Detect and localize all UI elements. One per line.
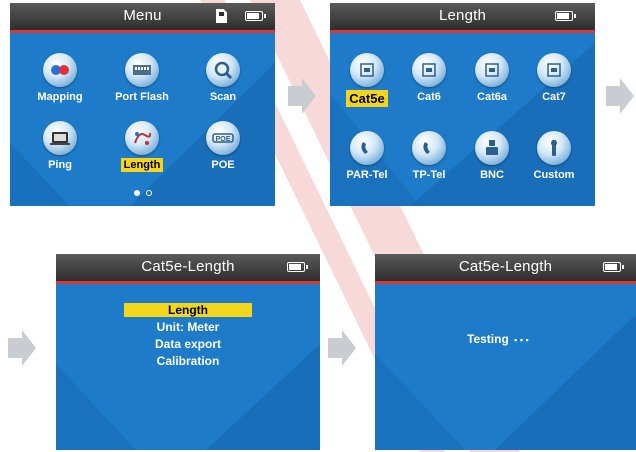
cable-item-cat6[interactable]: Cat6 (396, 53, 462, 105)
cable-item-custom[interactable]: Custom (521, 131, 587, 183)
title-bar: Menu (10, 3, 275, 33)
cat6a-icon (475, 53, 509, 87)
option-unit[interactable]: Unit: Meter (56, 320, 320, 334)
poe-icon: POE (206, 121, 240, 155)
cable-item-cat7[interactable]: Cat7 (521, 53, 587, 105)
cable-item-par-tel[interactable]: PAR-Tel (334, 131, 400, 183)
menu-label: Ping (48, 159, 72, 171)
status-text: Testing (467, 332, 509, 346)
custom-icon (537, 131, 571, 165)
page-dot-active (133, 190, 140, 196)
cat5e-icon (350, 53, 384, 87)
flow-arrow-icon (328, 330, 356, 366)
cable-label: Cat7 (542, 91, 566, 103)
title-bar: Length (330, 3, 595, 33)
cable-label: BNC (480, 169, 504, 181)
screen-menu: Menu Mapping Port Flash Scan Ping Length (10, 3, 275, 206)
cable-label: PAR-Tel (346, 169, 388, 181)
svg-text:POE: POE (216, 136, 231, 143)
menu-item-ping[interactable]: Ping (27, 121, 93, 173)
cat6-icon (412, 53, 446, 87)
option-length[interactable]: Length (56, 303, 320, 317)
menu-item-scan[interactable]: Scan (190, 53, 256, 105)
cable-label: TP-Tel (412, 169, 446, 181)
menu-label: Scan (209, 91, 237, 103)
flow-arrow-icon (8, 330, 36, 366)
mapping-icon (43, 53, 77, 87)
battery-icon (603, 262, 624, 272)
menu-item-port-flash[interactable]: Port Flash (109, 53, 175, 105)
screen-length-cable-select: Length Cat5e Cat6 Cat6a Cat7 PAR-Tel TP-… (330, 3, 595, 206)
flow-arrow-icon (288, 78, 316, 114)
cable-item-tp-tel[interactable]: TP-Tel (396, 131, 462, 183)
menu-label: Mapping (37, 91, 83, 103)
par-tel-icon (350, 131, 384, 165)
menu-item-mapping[interactable]: Mapping (27, 53, 93, 105)
ping-icon (43, 121, 77, 155)
menu-label: Port Flash (115, 91, 169, 103)
menu-item-poe[interactable]: POE POE (190, 121, 256, 173)
cable-item-cat6a[interactable]: Cat6a (459, 53, 525, 105)
title-bar: Cat5e-Length (56, 254, 320, 284)
testing-status: Testing ▪ ▪ ▪ (467, 332, 529, 346)
cable-item-cat5e[interactable]: Cat5e (334, 53, 400, 108)
menu-item-length[interactable]: Length (109, 121, 175, 173)
cable-label: Custom (533, 169, 575, 181)
page-dot (145, 190, 152, 196)
screen-cat5e-testing: Cat5e-Length Testing ▪ ▪ ▪ (375, 254, 636, 450)
screen-title: Menu (123, 7, 162, 24)
battery-icon (287, 262, 308, 272)
scan-icon (206, 53, 240, 87)
battery-icon (555, 11, 576, 21)
screen-cat5e-length-menu: Cat5e-Length Length Unit: Meter Data exp… (56, 254, 320, 450)
bnc-icon (475, 131, 509, 165)
option-calibration[interactable]: Calibration (56, 354, 320, 368)
progress-dots: ▪ ▪ ▪ (514, 335, 529, 345)
cable-item-bnc[interactable]: BNC (459, 131, 525, 183)
menu-label-selected: Length (120, 158, 164, 172)
sd-card-icon (216, 9, 227, 23)
tp-tel-icon (412, 131, 446, 165)
title-bar: Cat5e-Length (375, 254, 636, 284)
length-icon (125, 121, 159, 155)
screen-title: Cat5e-Length (141, 258, 235, 275)
cable-label-selected: Cat5e (346, 90, 388, 107)
flow-arrow-icon (606, 78, 634, 114)
cat7-icon (537, 53, 571, 87)
menu-label: POE (211, 159, 235, 171)
battery-icon (245, 11, 266, 21)
option-data-export[interactable]: Data export (56, 337, 320, 351)
page-indicator (10, 183, 275, 201)
cable-label: Cat6a (477, 91, 507, 103)
cable-label: Cat6 (417, 91, 441, 103)
screen-title: Cat5e-Length (458, 258, 553, 275)
port-flash-icon (125, 53, 159, 87)
